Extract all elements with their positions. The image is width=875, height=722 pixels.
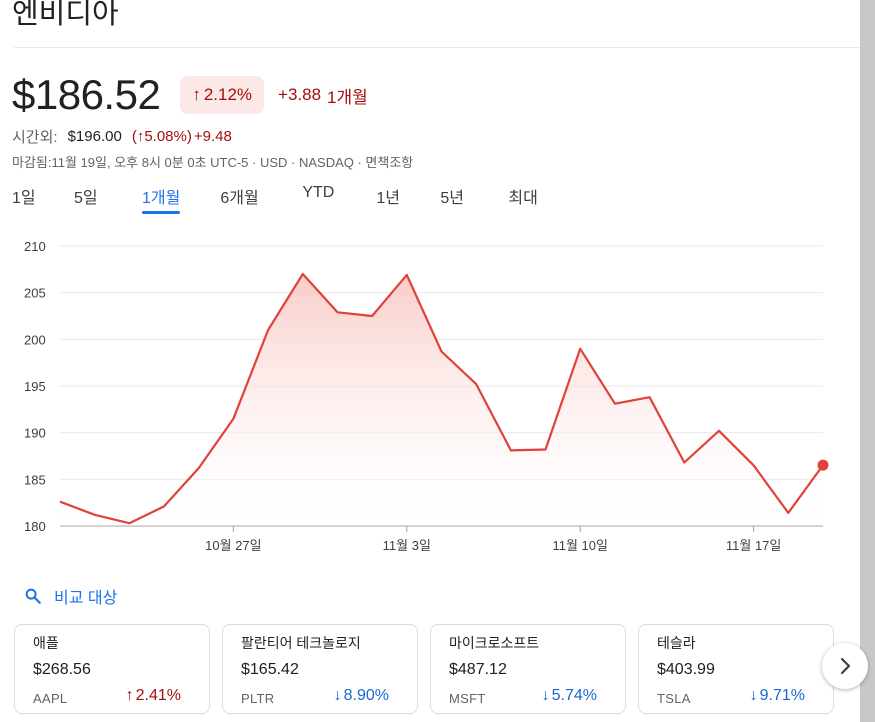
- arrow-up-icon: ↑: [125, 687, 134, 704]
- tab-max[interactable]: 최대: [508, 184, 568, 214]
- arrow-up-icon: ↑: [192, 85, 201, 104]
- compare-button[interactable]: 비교 대상: [24, 584, 117, 608]
- y-tick-label: 210: [24, 239, 46, 254]
- stock-card-pltr[interactable]: 팔란티어 테크놀로지 $165.42 PLTR ↓ 8.90%: [222, 624, 418, 714]
- title-divider: [14, 47, 860, 48]
- range-tabs: 1일 5일 1개월 6개월 YTD 1년 5년 최대: [12, 184, 568, 214]
- after-hours-percent: (↑5.08%): [131, 128, 192, 145]
- after-hours-label: 시간외:: [12, 129, 58, 146]
- tab-ytd[interactable]: YTD: [302, 184, 376, 214]
- change-absolute: +3.88: [278, 85, 322, 104]
- stock-price: $403.99: [657, 661, 715, 678]
- after-hours-percent-value: 5.08%: [144, 128, 187, 145]
- tab-1m[interactable]: 1개월: [142, 184, 181, 214]
- search-icon: [25, 588, 41, 604]
- y-tick-label: 195: [24, 379, 46, 394]
- after-hours-absolute: +9.48: [193, 128, 232, 145]
- market-status-line: 마감됨:11월 19일, 오후 8시 0분 0초 UTC-5 · USD · N…: [12, 155, 414, 170]
- change-percent: 2.12%: [203, 85, 253, 104]
- stock-name: 팔란티어 테크놀로지: [241, 635, 361, 651]
- x-tick-label: 11월 10일: [552, 538, 608, 553]
- price-area: [60, 274, 823, 526]
- stock-change-value: 2.41%: [135, 687, 181, 704]
- y-tick-label: 185: [24, 472, 46, 487]
- price-row: $186.52 ↑ 2.12% +3.88 1개월: [12, 72, 368, 118]
- arrow-down-icon: ↓: [541, 687, 550, 704]
- stock-change: ↓ 8.90%: [334, 687, 389, 705]
- stock-price: $165.42: [241, 661, 299, 678]
- after-hours-price: $196.00: [67, 128, 122, 145]
- y-tick-label: 180: [24, 519, 46, 534]
- stock-ticker: TSLA: [657, 691, 691, 706]
- stock-change-value: 8.90%: [343, 687, 389, 704]
- y-tick-label: 205: [24, 286, 46, 301]
- stock-name: 테슬라: [657, 635, 696, 651]
- compare-label: 비교 대상: [54, 590, 118, 607]
- stock-change-value: 9.71%: [759, 687, 805, 704]
- next-cards-button[interactable]: [822, 643, 868, 689]
- tab-6m[interactable]: 6개월: [220, 184, 302, 214]
- stock-price: $487.12: [449, 661, 507, 678]
- stock-name: 마이크로소프트: [449, 635, 540, 651]
- arrow-down-icon: ↓: [749, 687, 758, 704]
- last-price-marker: [817, 459, 829, 471]
- stock-ticker: PLTR: [241, 691, 275, 706]
- tab-5y[interactable]: 5년: [440, 184, 508, 214]
- change-percent-badge: ↑ 2.12%: [180, 76, 265, 114]
- page-title: 엔비디아: [12, 0, 119, 30]
- stock-name: 애플: [33, 635, 59, 651]
- arrow-down-icon: ↓: [333, 687, 342, 704]
- chevron-right-icon: [840, 657, 851, 675]
- stock-card-aapl[interactable]: 애플 $268.56 AAPL ↑ 2.41%: [14, 624, 210, 714]
- stock-card-msft[interactable]: 마이크로소프트 $487.12 MSFT ↓ 5.74%: [430, 624, 626, 714]
- tab-1d[interactable]: 1일: [12, 184, 74, 214]
- x-tick-label: 10월 27일: [205, 538, 261, 553]
- x-tick-label: 11월 3일: [383, 538, 431, 553]
- current-price: $186.52: [12, 71, 161, 118]
- stock-change: ↑ 2.41%: [126, 687, 181, 705]
- stock-price: $268.56: [33, 661, 91, 678]
- stock-change-value: 5.74%: [551, 687, 597, 704]
- finance-panel: 엔비디아 $186.52 ↑ 2.12% +3.88 1개월 시간외: $196…: [0, 0, 860, 722]
- stock-card-tsla[interactable]: 테슬라 $403.99 TSLA ↓ 9.71%: [638, 624, 834, 714]
- tab-1y[interactable]: 1년: [376, 184, 440, 214]
- stock-ticker: MSFT: [449, 691, 486, 706]
- y-tick-label: 190: [24, 426, 46, 441]
- stock-ticker: AAPL: [33, 691, 68, 706]
- y-tick-label: 200: [24, 332, 46, 347]
- price-chart[interactable]: 210 205 200 195 190 185 180 10월 27일 11월 3일 11월 10…: [0, 230, 860, 560]
- stock-change: ↓ 9.71%: [750, 687, 805, 705]
- change-period: 1개월: [327, 87, 368, 107]
- related-stocks: 애플 $268.56 AAPL ↑ 2.41% 팔란티어 테크놀로지 $165.4…: [14, 624, 846, 714]
- after-hours-row: 시간외: $196.00 (↑5.08%) +9.48: [12, 126, 232, 147]
- stock-change: ↓ 5.74%: [542, 687, 597, 705]
- x-tick-label: 11월 17일: [726, 538, 782, 553]
- tab-5d[interactable]: 5일: [74, 184, 142, 214]
